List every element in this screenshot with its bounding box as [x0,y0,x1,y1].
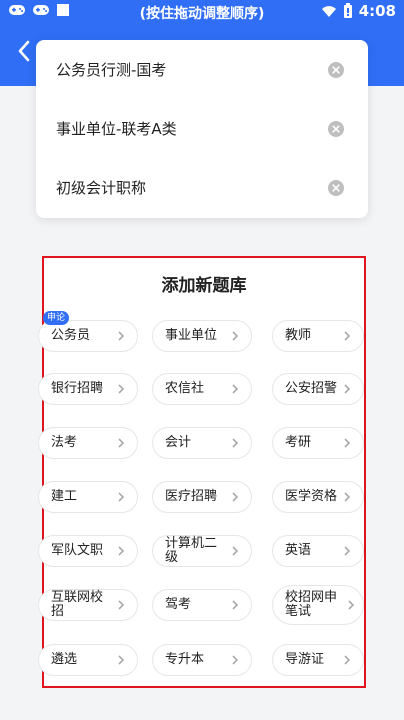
bank-option[interactable]: 计算机二级 [152,535,252,567]
chevron-right-icon [348,600,355,610]
chevron-right-icon [232,655,239,665]
bank-option[interactable]: 考研 [272,427,364,459]
chevron-right-icon [232,492,239,502]
chevron-right-icon [118,600,125,610]
bank-option-label: 医疗招聘 [165,489,218,504]
chevron-right-icon [118,331,125,341]
chevron-right-icon [232,384,239,394]
selected-bank-row[interactable]: 公务员行测-国考 [36,40,368,99]
bank-option-label: 银行招聘 [51,381,104,396]
bank-option-label: 互联网校招 [51,590,104,619]
chevron-right-icon [344,655,351,665]
bank-option[interactable]: 驾考 [152,589,252,621]
selected-bank-label: 事业单位-联考A类 [56,120,177,138]
bank-option-label: 医学资格 [285,489,338,504]
bank-option-label: 教师 [285,328,312,343]
bank-option[interactable]: 教师 [272,320,364,352]
bank-option-label: 公务员 [51,328,91,343]
remove-icon[interactable] [328,179,344,196]
bank-option-label: 校招网申笔试 [285,590,338,619]
chevron-right-icon [118,492,125,502]
bank-option-label: 驾考 [165,597,192,612]
status-bar: (按住拖动调整顺序) 4:08 [0,0,404,24]
add-bank-panel: 添加新题库 申论 公务员 事业单位 教师 银行招聘 农信社 公安招警 法考 会计… [38,256,366,688]
chevron-right-icon [232,546,239,556]
selected-bank-label: 初级会计职称 [56,179,147,197]
wifi-icon [321,6,336,17]
chevron-right-icon [344,546,351,556]
bank-option-label: 导游证 [285,652,325,667]
bank-option-label: 专升本 [165,652,205,667]
bank-option-label: 遴选 [51,652,78,667]
selected-banks-card: 公务员行测-国考 事业单位-联考A类 初级会计职称 [36,40,368,218]
battery-icon [343,3,352,18]
bank-option-badge: 申论 [43,311,70,325]
bank-option-label: 军队文职 [51,543,104,558]
bank-option[interactable]: 校招网申笔试 [272,585,364,625]
bank-option[interactable]: 医疗招聘 [152,481,252,513]
bank-option[interactable]: 军队文职 [38,535,138,567]
selected-bank-label: 公务员行测-国考 [56,61,167,79]
selected-bank-row[interactable]: 初级会计职称 [36,158,368,217]
bank-option-label: 法考 [51,435,78,450]
bank-option-label: 事业单位 [165,328,218,343]
status-right: 4:08 [321,2,396,20]
chevron-right-icon [232,438,239,448]
bank-option[interactable]: 英语 [272,535,364,567]
bank-option[interactable]: 专升本 [152,644,252,676]
remove-icon[interactable] [328,61,344,78]
bank-option[interactable]: 农信社 [152,373,252,405]
bank-option[interactable]: 会计 [152,427,252,459]
bank-option-label: 英语 [285,543,312,558]
bank-option-label: 建工 [51,489,78,504]
add-bank-title: 添加新题库 [161,276,247,296]
bank-option[interactable]: 遴选 [38,644,138,676]
selected-bank-row[interactable]: 事业单位-联考A类 [36,99,368,158]
chevron-right-icon [344,331,351,341]
bank-option[interactable]: 建工 [38,481,138,513]
chevron-right-icon [118,546,125,556]
bank-option[interactable]: 法考 [38,427,138,459]
bank-option[interactable]: 申论 公务员 [38,311,138,352]
bank-option[interactable]: 医学资格 [272,481,364,513]
bank-option[interactable]: 公安招警 [272,373,364,405]
bank-option-label: 计算机二级 [165,536,218,565]
chevron-right-icon [344,384,351,394]
bank-option[interactable]: 互联网校招 [38,589,138,621]
chevron-right-icon [344,438,351,448]
chevron-right-icon [118,438,125,448]
chevron-right-icon [118,384,125,394]
chevron-left-icon [18,40,30,62]
chevron-right-icon [118,655,125,665]
chevron-right-icon [232,600,239,610]
back-button[interactable] [10,34,38,68]
bank-option-label: 考研 [285,435,312,450]
chevron-right-icon [344,492,351,502]
bank-option-label: 农信社 [165,381,205,396]
remove-icon[interactable] [328,120,344,137]
clock: 4:08 [358,2,396,20]
bank-option[interactable]: 银行招聘 [38,373,138,405]
bank-option[interactable]: 事业单位 [152,320,252,352]
bank-option[interactable]: 导游证 [272,644,364,676]
bank-option-label: 公安招警 [285,381,338,396]
chevron-right-icon [232,331,239,341]
bank-option-label: 会计 [165,435,192,450]
